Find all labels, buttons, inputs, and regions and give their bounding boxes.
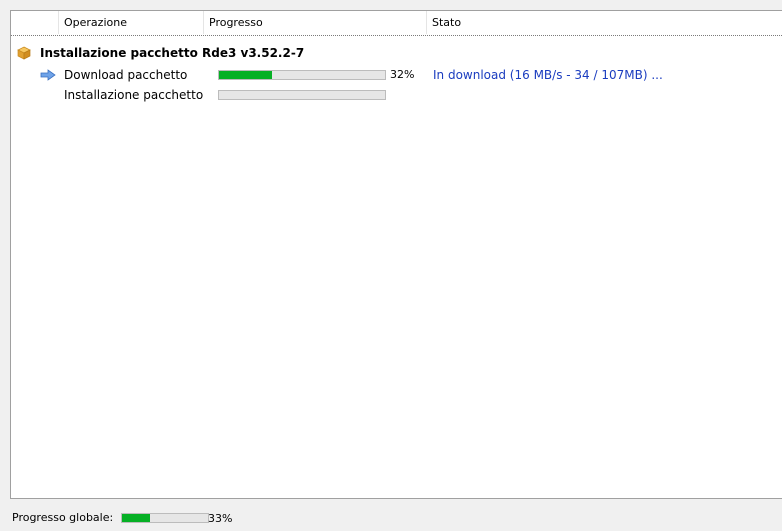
column-header-progress[interactable]: Progresso: [204, 11, 427, 34]
task-label: Download pacchetto: [64, 68, 188, 82]
global-progress: Progresso globale: 33%: [12, 506, 782, 526]
global-progress-fill: [122, 514, 151, 522]
task-status: In download (16 MB/s - 34 / 107MB) ...: [433, 68, 663, 82]
header-icon-column[interactable]: [11, 11, 59, 34]
list-header: Operazione Progresso Stato: [11, 11, 782, 36]
global-progress-bar: [121, 513, 209, 523]
global-progress-label: Progresso globale:: [12, 511, 114, 524]
group-row-package[interactable]: Installazione pacchetto Rde3 v3.52.2-7: [11, 43, 782, 63]
task-progress-percent: 32%: [390, 68, 415, 81]
task-label: Installazione pacchetto: [64, 88, 204, 102]
task-progress-bar: [218, 70, 386, 80]
task-progress-fill: [219, 71, 273, 79]
task-row-download[interactable]: Download pacchetto 32% In download (16 M…: [11, 65, 782, 85]
task-progress-bar: [218, 90, 386, 100]
group-title: Installazione pacchetto Rde3 v3.52.2-7: [40, 46, 305, 60]
arrow-right-icon: [40, 69, 56, 81]
package-icon: [17, 46, 31, 60]
column-header-operation[interactable]: Operazione: [59, 11, 204, 34]
column-header-status[interactable]: Stato: [427, 11, 782, 34]
operations-list[interactable]: Operazione Progresso Stato Installazione…: [10, 10, 782, 499]
task-row-install[interactable]: Installazione pacchetto: [11, 85, 782, 105]
global-progress-percent: 33%: [208, 512, 233, 525]
